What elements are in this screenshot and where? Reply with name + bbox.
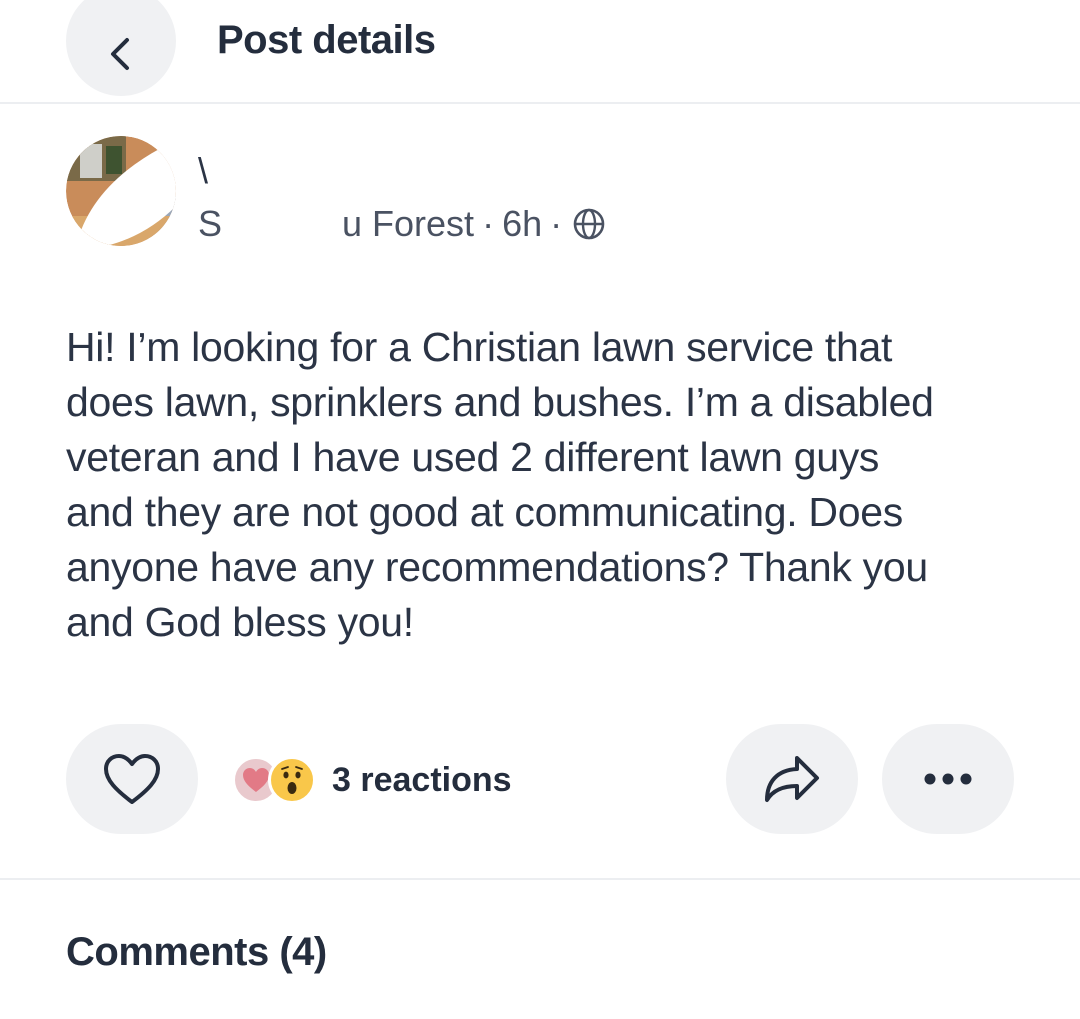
share-arrow-icon <box>765 756 819 802</box>
back-button[interactable] <box>66 0 176 96</box>
reactions-count[interactable]: 3 reactions <box>332 761 512 800</box>
post-line: anyone have any recommendations? Thank y… <box>66 544 928 590</box>
avatar[interactable] <box>66 136 176 246</box>
meta-time: 6h <box>502 203 543 244</box>
more-dots-icon <box>924 773 972 785</box>
meta-separator: · <box>482 203 495 244</box>
top-bar: Post details <box>0 0 1080 104</box>
chevron-left-icon <box>111 38 129 70</box>
meta-location[interactable]: u Forest <box>342 203 474 245</box>
author-name[interactable]: \ <box>198 150 208 192</box>
post-line: veteran and I have used 2 different lawn… <box>66 434 880 480</box>
share-button[interactable] <box>726 724 858 834</box>
globe-icon <box>573 208 605 240</box>
post-text: Hi! I’m looking for a Christian lawn ser… <box>66 320 1026 650</box>
heart-outline-icon <box>104 754 160 804</box>
post-line: and God bless you! <box>66 599 414 645</box>
post-details-page: Post details \ S u Forest · 6h · Hi! I’m… <box>0 0 1080 1019</box>
post-line: and they are not good at communicating. … <box>66 489 903 535</box>
like-button[interactable] <box>66 724 198 834</box>
page-title: Post details <box>217 18 436 62</box>
meta-prefix: S <box>198 203 223 244</box>
wow-reaction-icon <box>268 756 316 804</box>
divider <box>0 878 1080 880</box>
post-meta: S u Forest · 6h · <box>198 203 606 245</box>
comments-heading: Comments (4) <box>66 930 327 974</box>
post-line: Hi! I’m looking for a Christian lawn ser… <box>66 324 893 370</box>
more-options-button[interactable] <box>882 724 1014 834</box>
post-line: does lawn, sprinklers and bushes. I’m a … <box>66 379 934 425</box>
meta-separator: · <box>550 203 563 244</box>
reactions-summary[interactable]: 3 reactions <box>232 752 512 808</box>
